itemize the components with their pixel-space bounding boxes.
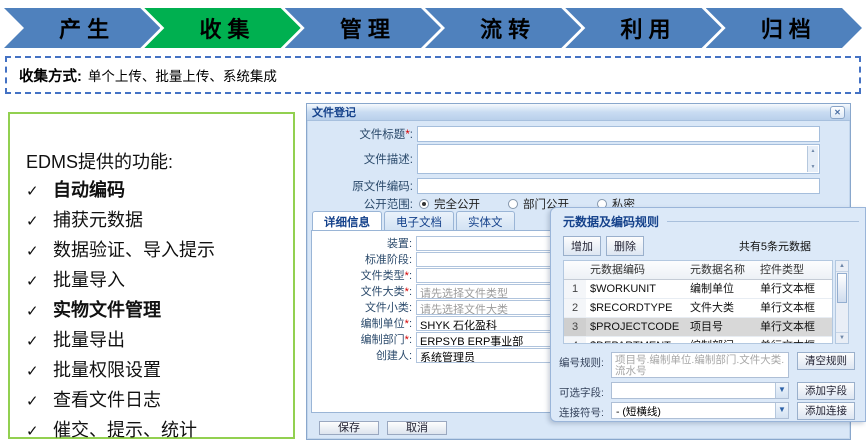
screen: 产生 收集 管理 流转 利用 归档 收集方式: 单个上传、批量上传、系统集成 E… (0, 0, 866, 445)
scroll-up-icon[interactable]: ▲ (836, 261, 848, 272)
feature-item: ✓ 批量导入 (26, 266, 293, 296)
table-scrollbar[interactable]: ▲ ▼ (835, 260, 849, 344)
metadata-rules-panel: 元数据及编码规则 增加 删除 共有5条元数据 元数据编码 元数据名称 控件类型 … (550, 207, 866, 422)
scope-label: 公开范围: (311, 196, 413, 212)
table-row[interactable]: 4 $DEPARTMENT 编制部门 单行文本框 (564, 337, 832, 344)
orig-code-input[interactable] (417, 178, 820, 194)
table-row[interactable]: 2 $RECORDTYPE 文件大类 单行文本框 (564, 299, 832, 318)
file-title-label: 文件标题*: (311, 126, 413, 142)
metadata-table: 元数据编码 元数据名称 控件类型 1 $WORKUNIT 编制单位 单行文本框 … (563, 260, 833, 344)
radio-public[interactable]: 完全公开 (419, 196, 480, 212)
numbering-rule-label: 编号规则: (559, 352, 611, 370)
dialog-title: 文件登记 (312, 104, 356, 120)
features-title: EDMS提供的功能: (26, 148, 293, 176)
chevron-down-icon[interactable]: ▼ (775, 383, 788, 398)
orig-code-row: 原文件编码: (311, 178, 820, 194)
metadata-count: 共有5条元数据 (739, 238, 859, 254)
numbering-rule-input[interactable]: 项目号.编制单位.编制部门.文件大类.流水号 (611, 352, 789, 378)
file-type-input[interactable] (416, 268, 552, 283)
check-icon: ✓ (26, 177, 53, 206)
check-icon: ✓ (26, 327, 53, 356)
collect-methods-text: 单个上传、批量上传、系统集成 (88, 65, 277, 85)
feature-item: ✓ 批量导出 (26, 326, 293, 356)
check-icon: ✓ (26, 237, 53, 266)
feature-item: ✓ 催交、提示、统计 (26, 416, 293, 445)
optional-field-label: 可选字段: (559, 382, 611, 400)
cancel-button[interactable]: 取消 (387, 421, 447, 435)
flow-step-archive[interactable]: 归档 (706, 8, 862, 48)
add-field-button[interactable]: 添加字段 (797, 382, 855, 400)
check-icon: ✓ (26, 417, 53, 445)
close-icon[interactable]: ✕ (830, 106, 845, 119)
feature-item: ✓ 查看文件日志 (26, 386, 293, 416)
table-header: 元数据编码 元数据名称 控件类型 (564, 261, 832, 280)
feature-item: ✓ 批量权限设置 (26, 356, 293, 386)
file-category-input[interactable]: 请先选择文件类型 (416, 284, 552, 299)
connector-row: 连接符号: - (短横线) ▼ 添加连接 (559, 402, 855, 420)
scrollbar-thumb[interactable] (837, 273, 847, 303)
flow-step-collect[interactable]: 收集 (144, 8, 300, 48)
textarea-scroll-arrows[interactable]: ▲ ▼ (807, 146, 818, 172)
connector-label: 连接符号: (559, 402, 611, 420)
check-icon: ✓ (26, 207, 53, 236)
feature-item: ✓ 实物文件管理 (26, 296, 293, 326)
connector-select[interactable]: - (短横线) ▼ (611, 402, 789, 419)
file-subcategory-input[interactable]: 请先选择文件大类 (416, 300, 552, 315)
radio-icon (508, 199, 518, 209)
features-box: EDMS提供的功能: ✓ 自动编码 ✓ 捕获元数据 ✓ 数据验证、导入提示 ✓ … (8, 112, 295, 439)
work-unit-input[interactable]: SHYK 石化盈科 (416, 316, 552, 331)
check-icon: ✓ (26, 267, 53, 296)
collect-methods-bar: 收集方式: 单个上传、批量上传、系统集成 (5, 56, 861, 94)
flow-step-utilize[interactable]: 利用 (565, 8, 721, 48)
flow-step-produce[interactable]: 产生 (4, 8, 160, 48)
orig-code-label: 原文件编码: (311, 178, 413, 194)
save-button[interactable]: 保存 (319, 421, 379, 435)
delete-button[interactable]: 删除 (606, 236, 644, 256)
process-flow: 产生 收集 管理 流转 利用 归档 (4, 8, 862, 48)
panel-toolbar: 增加 删除 共有5条元数据 (563, 236, 859, 256)
file-title-input[interactable] (417, 126, 820, 142)
check-icon: ✓ (26, 297, 53, 326)
add-connector-button[interactable]: 添加连接 (797, 402, 855, 420)
radio-icon (419, 199, 429, 209)
collect-methods-label: 收集方式: (19, 65, 82, 86)
clear-rule-button[interactable]: 清空规则 (797, 352, 855, 370)
chevron-down-icon[interactable]: ▼ (775, 403, 788, 418)
file-desc-row: 文件描述: ▲ ▼ (311, 144, 820, 174)
standard-stage-input[interactable] (416, 252, 552, 267)
dialog-buttons: 保存 取消 (319, 421, 447, 435)
file-desc-label: 文件描述: (311, 151, 413, 167)
creator-input[interactable]: 系统管理员 (416, 348, 552, 363)
add-button[interactable]: 增加 (563, 236, 601, 256)
check-icon: ✓ (26, 387, 53, 416)
scroll-down-icon[interactable]: ▼ (836, 332, 848, 343)
flow-step-manage[interactable]: 管理 (285, 8, 441, 48)
feature-item: ✓ 自动编码 (26, 176, 293, 206)
department-input[interactable]: ERPSYB ERP事业部 (416, 332, 552, 347)
device-input[interactable] (416, 236, 552, 251)
divider (667, 221, 859, 222)
dialog-titlebar[interactable]: 文件登记 ✕ (307, 104, 850, 121)
feature-item: ✓ 数据验证、导入提示 (26, 236, 293, 266)
panel-title: 元数据及编码规则 (563, 213, 859, 230)
feature-item: ✓ 捕获元数据 (26, 206, 293, 236)
scroll-down-icon[interactable]: ▼ (811, 164, 816, 170)
numbering-rule-row: 编号规则: 项目号.编制单位.编制部门.文件大类.流水号 清空规则 (559, 352, 855, 378)
optional-field-row: 可选字段: ▼ 添加字段 (559, 382, 855, 400)
file-title-row: 文件标题*: (311, 126, 820, 142)
table-row[interactable]: 1 $WORKUNIT 编制单位 单行文本框 (564, 280, 832, 299)
table-row-selected[interactable]: 3 $PROJECTCODE 项目号 单行文本框 (564, 318, 832, 337)
flow-step-circulate[interactable]: 流转 (425, 8, 581, 48)
check-icon: ✓ (26, 357, 53, 386)
optional-field-select[interactable]: ▼ (611, 382, 789, 399)
scroll-up-icon[interactable]: ▲ (811, 148, 816, 154)
file-desc-textarea[interactable]: ▲ ▼ (417, 144, 820, 174)
